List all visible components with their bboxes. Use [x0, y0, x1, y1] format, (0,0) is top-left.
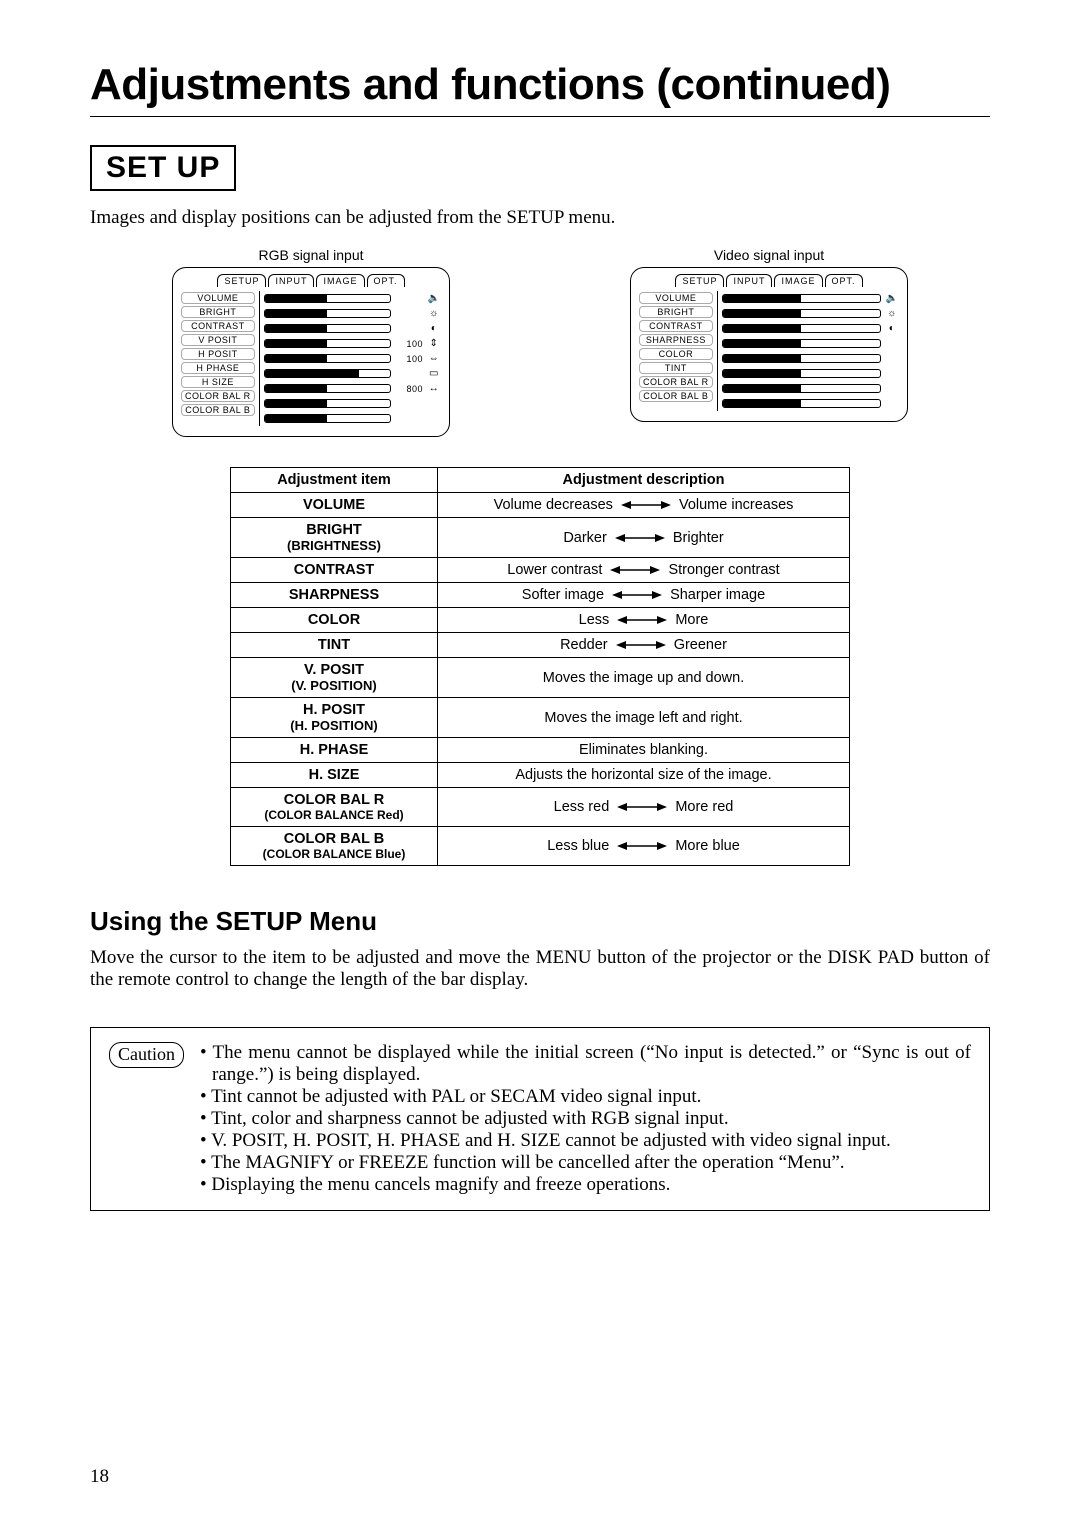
- adjustment-table: Adjustment itemAdjustment descriptionVOL…: [230, 467, 850, 866]
- table-item-name: BRIGHT(BRIGHTNESS): [231, 518, 438, 558]
- osd-item-label: COLOR BAL R: [181, 390, 255, 402]
- osd-bar-icon: ☼: [885, 308, 899, 319]
- page-title: Adjustments and functions (continued): [90, 60, 990, 110]
- osd-bar-icon: 🔈: [885, 293, 899, 304]
- setup-intro: Images and display positions can be adju…: [90, 207, 990, 229]
- title-rule: [90, 116, 990, 117]
- double-arrow-icon: [610, 564, 660, 576]
- osd-tab: INPUT: [268, 274, 314, 287]
- using-heading: Using the SETUP Menu: [90, 906, 990, 937]
- osd-item-label: COLOR BAL R: [639, 376, 713, 388]
- osd-bar-icon: ⇕: [427, 338, 441, 349]
- osd-item-label: COLOR: [639, 348, 713, 360]
- table-item-name: H. PHASE: [231, 738, 438, 763]
- osd-tab: OPT.: [825, 274, 863, 287]
- table-item-name: V. POSIT(V. POSITION): [231, 658, 438, 698]
- osd-tab: SETUP: [217, 274, 266, 287]
- using-paragraph: Move the cursor to the item to be adjust…: [90, 947, 990, 991]
- osd-item-label: CONTRAST: [639, 320, 713, 332]
- table-item-desc: Less red More red: [438, 788, 850, 827]
- double-arrow-icon: [617, 801, 667, 813]
- osd-item-label: H POSIT: [181, 348, 255, 360]
- osd-tab: OPT.: [367, 274, 405, 287]
- page-number: 18: [90, 1466, 109, 1488]
- osd-item-label: COLOR BAL B: [639, 390, 713, 402]
- double-arrow-icon: [621, 499, 671, 511]
- table-item-desc: Less More: [438, 608, 850, 633]
- osd-tab: INPUT: [726, 274, 772, 287]
- caution-item: Tint cannot be adjusted with PAL or SECA…: [200, 1086, 971, 1108]
- double-arrow-icon: [617, 614, 667, 626]
- caution-item: Displaying the menu cancels magnify and …: [200, 1174, 971, 1196]
- table-head-desc: Adjustment description: [438, 468, 850, 493]
- table-item-name: H. SIZE: [231, 763, 438, 788]
- osd-item-label: BRIGHT: [181, 306, 255, 318]
- osd-bar-icon: ◐: [427, 323, 441, 334]
- table-item-desc: Moves the image up and down.: [438, 658, 850, 698]
- osd-caption-rgb: RGB signal input: [172, 247, 450, 263]
- osd-item-label: VOLUME: [639, 292, 713, 304]
- table-item-desc: Darker Brighter: [438, 518, 850, 558]
- table-item-desc: Eliminates blanking.: [438, 738, 850, 763]
- table-item-desc: Moves the image left and right.: [438, 698, 850, 738]
- table-item-desc: Adjusts the horizontal size of the image…: [438, 763, 850, 788]
- table-item-name: COLOR: [231, 608, 438, 633]
- osd-bar-value: 100: [395, 339, 423, 349]
- osd-item-label: TINT: [639, 362, 713, 374]
- table-item-desc: Softer image Sharper image: [438, 583, 850, 608]
- caution-item: V. POSIT, H. POSIT, H. PHASE and H. SIZE…: [200, 1130, 971, 1152]
- osd-item-label: COLOR BAL B: [181, 404, 255, 416]
- osd-bar-value: 100: [395, 354, 423, 364]
- osd-item-label: VOLUME: [181, 292, 255, 304]
- osd-item-label: H PHASE: [181, 362, 255, 374]
- table-item-desc: Lower contrast Stronger contrast: [438, 558, 850, 583]
- table-item-desc: Less blue More blue: [438, 827, 850, 866]
- caution-box: Caution The menu cannot be displayed whi…: [90, 1027, 990, 1211]
- osd-panel-video: SETUPINPUTIMAGEOPT. VOLUME BRIGHT CONTRAST S…: [630, 267, 908, 422]
- osd-item-label: SHARPNESS: [639, 334, 713, 346]
- osd-bar-icon: ↔: [427, 383, 441, 394]
- osd-item-label: CONTRAST: [181, 320, 255, 332]
- setup-heading: SET UP: [90, 145, 236, 191]
- table-item-name: H. POSIT(H. POSITION): [231, 698, 438, 738]
- osd-panel-rgb: SETUPINPUTIMAGEOPT. VOLUME BRIGHT CONTRAST V…: [172, 267, 450, 437]
- caution-label: Caution: [109, 1042, 184, 1068]
- osd-bar-icon: ◐: [885, 323, 899, 334]
- osd-tab: IMAGE: [774, 274, 822, 287]
- table-item-desc: Redder Greener: [438, 633, 850, 658]
- double-arrow-icon: [612, 589, 662, 601]
- caution-item: The MAGNIFY or FREEZE function will be c…: [200, 1152, 971, 1174]
- osd-bar-value: 800: [395, 384, 423, 394]
- table-item-name: CONTRAST: [231, 558, 438, 583]
- osd-item-label: V POSIT: [181, 334, 255, 346]
- caution-list: The menu cannot be displayed while the i…: [200, 1042, 971, 1196]
- double-arrow-icon: [617, 840, 667, 852]
- table-item-name: COLOR BAL R(COLOR BALANCE Red): [231, 788, 438, 827]
- osd-item-label: H SIZE: [181, 376, 255, 388]
- double-arrow-icon: [615, 532, 665, 544]
- caution-item: Tint, color and sharpness cannot be adju…: [200, 1108, 971, 1130]
- table-item-name: TINT: [231, 633, 438, 658]
- osd-item-label: BRIGHT: [639, 306, 713, 318]
- table-head-item: Adjustment item: [231, 468, 438, 493]
- caution-item: The menu cannot be displayed while the i…: [200, 1042, 971, 1086]
- osd-bar-icon: ⇔: [427, 353, 441, 364]
- osd-screenshots: RGB signal input SETUPINPUTIMAGEOPT.VOLU…: [90, 247, 990, 437]
- table-item-name: SHARPNESS: [231, 583, 438, 608]
- double-arrow-icon: [616, 639, 666, 651]
- osd-tab: SETUP: [675, 274, 724, 287]
- table-item-name: COLOR BAL B(COLOR BALANCE Blue): [231, 827, 438, 866]
- osd-bar-icon: ☼: [427, 308, 441, 319]
- osd-bar-icon: ▭: [427, 368, 441, 379]
- osd-caption-video: Video signal input: [630, 247, 908, 263]
- osd-bar-icon: 🔈: [427, 293, 441, 304]
- osd-tab: IMAGE: [316, 274, 364, 287]
- table-item-name: VOLUME: [231, 493, 438, 518]
- table-item-desc: Volume decreases Volume increases: [438, 493, 850, 518]
